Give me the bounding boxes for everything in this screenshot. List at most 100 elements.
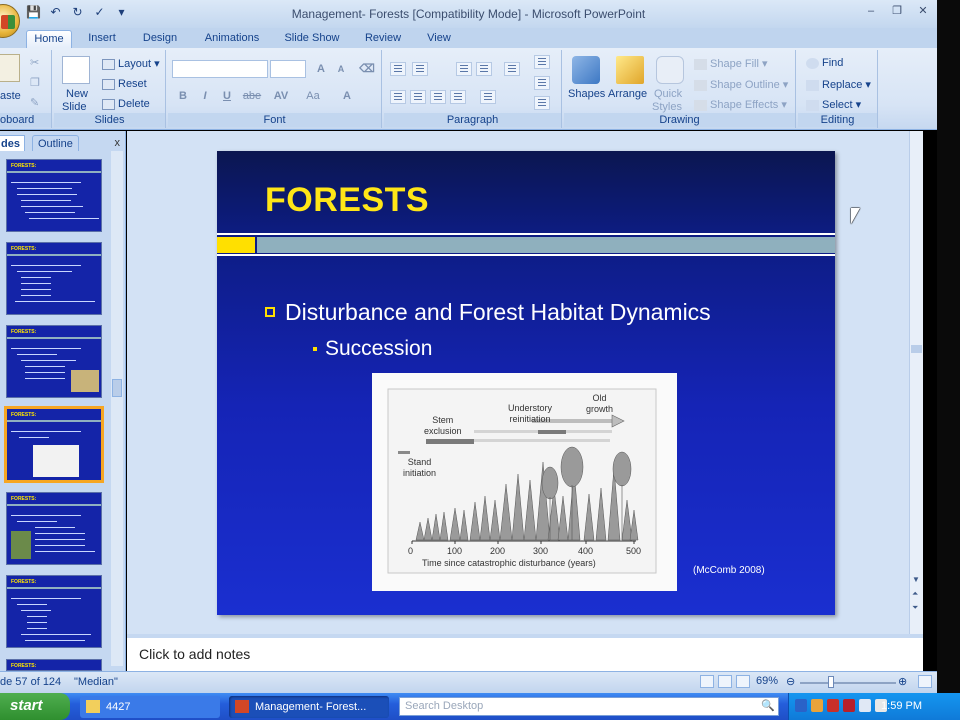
- tab-design[interactable]: Design: [136, 30, 184, 48]
- increase-indent-icon[interactable]: [476, 62, 492, 76]
- shape-fill-button[interactable]: Shape Fill ▾: [694, 57, 768, 70]
- tray-antivirus-icon[interactable]: [827, 699, 839, 712]
- select-button[interactable]: Select ▾: [806, 98, 861, 111]
- restore-button[interactable]: ❐: [887, 3, 907, 19]
- zoom-slider-thumb[interactable]: [828, 676, 834, 688]
- citation-text[interactable]: (McComb 2008): [693, 565, 765, 576]
- tab-insert[interactable]: Insert: [80, 30, 124, 48]
- slide-vertical-scrollbar[interactable]: ▼ ⏶ ⏷: [909, 131, 923, 634]
- zoom-slider[interactable]: [800, 682, 896, 684]
- search-icon[interactable]: 🔍: [760, 697, 776, 715]
- paste-icon[interactable]: [0, 54, 20, 82]
- desktop-search-input[interactable]: Search Desktop: [399, 697, 779, 716]
- slide-thumbnail[interactable]: FORESTS:: [6, 325, 102, 398]
- succession-figure[interactable]: Stand initiation Stem exclusion Understory…: [372, 373, 677, 591]
- replace-button[interactable]: Replace ▾: [806, 78, 871, 91]
- slides-panel-scrollbar[interactable]: [111, 151, 123, 666]
- quick-styles-icon[interactable]: [656, 56, 684, 84]
- bullet-level-1[interactable]: Disturbance and Forest Habitat Dynamics: [265, 299, 711, 326]
- clear-format-icon[interactable]: ⌫: [358, 61, 376, 77]
- scroll-down-icon[interactable]: ▼: [912, 575, 920, 584]
- start-button[interactable]: start: [0, 693, 70, 720]
- strikethrough-button[interactable]: abe: [240, 88, 264, 104]
- character-spacing-button[interactable]: AV: [268, 88, 294, 104]
- bullet-level-2[interactable]: Succession: [313, 337, 432, 361]
- zoom-level[interactable]: 69%: [756, 675, 778, 687]
- align-text-icon[interactable]: [534, 76, 550, 90]
- fit-to-window-icon[interactable]: [918, 675, 932, 688]
- shapes-button[interactable]: Shapes: [568, 88, 605, 100]
- reset-button[interactable]: Reset: [102, 78, 147, 90]
- tab-outline[interactable]: Outline: [32, 135, 79, 151]
- zoom-in-icon[interactable]: ⊕: [898, 675, 907, 688]
- align-center-icon[interactable]: [410, 90, 426, 104]
- tray-network-icon[interactable]: [859, 699, 871, 712]
- slide-thumbnail-selected[interactable]: FORESTS:: [4, 406, 104, 483]
- shape-outline-button[interactable]: Shape Outline ▾: [694, 78, 788, 91]
- shrink-font-button[interactable]: A: [332, 61, 350, 77]
- layout-button[interactable]: Layout ▾: [102, 57, 160, 70]
- decrease-indent-icon[interactable]: [456, 62, 472, 76]
- delete-button[interactable]: Delete: [102, 98, 150, 110]
- taskbar-item-powerpoint[interactable]: Management- Forest...: [229, 696, 389, 718]
- notes-pane[interactable]: Click to add notes: [127, 634, 923, 671]
- grow-font-button[interactable]: A: [312, 61, 330, 77]
- tray-app-icon[interactable]: [811, 699, 823, 712]
- notes-placeholder[interactable]: Click to add notes: [139, 646, 250, 662]
- smartart-icon[interactable]: [534, 96, 550, 110]
- slide-thumbnail[interactable]: FORESTS:: [6, 492, 102, 565]
- justify-icon[interactable]: [450, 90, 466, 104]
- tab-view[interactable]: View: [420, 30, 458, 48]
- tab-slide-show[interactable]: Slide Show: [280, 30, 344, 48]
- font-name-combo[interactable]: [172, 60, 268, 78]
- shapes-icon[interactable]: [572, 56, 600, 84]
- arrange-button[interactable]: Arrange: [608, 88, 647, 100]
- tab-review[interactable]: Review: [360, 30, 406, 48]
- slide-sorter-view-icon[interactable]: [718, 675, 732, 688]
- text-direction-icon[interactable]: [534, 55, 550, 69]
- scroll-thumb[interactable]: [112, 379, 122, 397]
- bullets-icon[interactable]: [390, 62, 406, 76]
- align-right-icon[interactable]: [430, 90, 446, 104]
- slide-thumbnail[interactable]: FORESTS:: [6, 159, 102, 232]
- normal-view-icon[interactable]: [700, 675, 714, 688]
- tab-home[interactable]: Home: [26, 30, 72, 48]
- current-slide[interactable]: FORESTS Disturbance and Forest Habitat D…: [217, 151, 835, 615]
- bold-button[interactable]: B: [174, 88, 192, 104]
- slide-title[interactable]: FORESTS: [265, 181, 429, 220]
- change-case-button[interactable]: Aa: [300, 88, 326, 104]
- cut-icon[interactable]: ✂: [30, 56, 39, 69]
- copy-icon[interactable]: ❐: [30, 76, 40, 89]
- close-button[interactable]: ✕: [913, 3, 933, 19]
- columns-icon[interactable]: [480, 90, 496, 104]
- font-color-button[interactable]: A: [338, 88, 356, 104]
- italic-button[interactable]: I: [196, 88, 214, 104]
- new-slide-label-2[interactable]: Slide: [62, 101, 86, 113]
- slide-thumbnail[interactable]: FORESTS:: [6, 575, 102, 648]
- line-spacing-icon[interactable]: [504, 62, 520, 76]
- taskbar-item-folder[interactable]: 4427: [80, 696, 220, 718]
- new-slide-icon[interactable]: [62, 56, 90, 84]
- slide-show-view-icon[interactable]: [736, 675, 750, 688]
- quick-styles-label-1[interactable]: Quick: [654, 88, 682, 100]
- paste-button[interactable]: aste: [0, 90, 21, 102]
- scroll-thumb[interactable]: [911, 345, 922, 353]
- zoom-out-icon[interactable]: ⊖: [786, 675, 795, 688]
- underline-button[interactable]: U: [218, 88, 236, 104]
- tray-shield-icon[interactable]: [843, 699, 855, 712]
- arrange-icon[interactable]: [616, 56, 644, 84]
- numbering-icon[interactable]: [412, 62, 428, 76]
- close-panel-icon[interactable]: x: [115, 137, 121, 149]
- minimize-button[interactable]: –: [861, 3, 881, 19]
- tab-animations[interactable]: Animations: [198, 30, 266, 48]
- next-slide-icon[interactable]: ⏷: [912, 603, 918, 613]
- font-size-combo[interactable]: [270, 60, 306, 78]
- quick-styles-label-2[interactable]: Styles: [652, 101, 682, 113]
- previous-slide-icon[interactable]: ⏶: [912, 589, 918, 599]
- tab-slides[interactable]: des: [0, 135, 25, 151]
- new-slide-label-1[interactable]: New: [66, 88, 88, 100]
- find-button[interactable]: Find: [806, 57, 843, 69]
- align-left-icon[interactable]: [390, 90, 406, 104]
- slide-thumbnail[interactable]: FORESTS:: [6, 242, 102, 315]
- tray-arrow-icon[interactable]: [795, 699, 807, 712]
